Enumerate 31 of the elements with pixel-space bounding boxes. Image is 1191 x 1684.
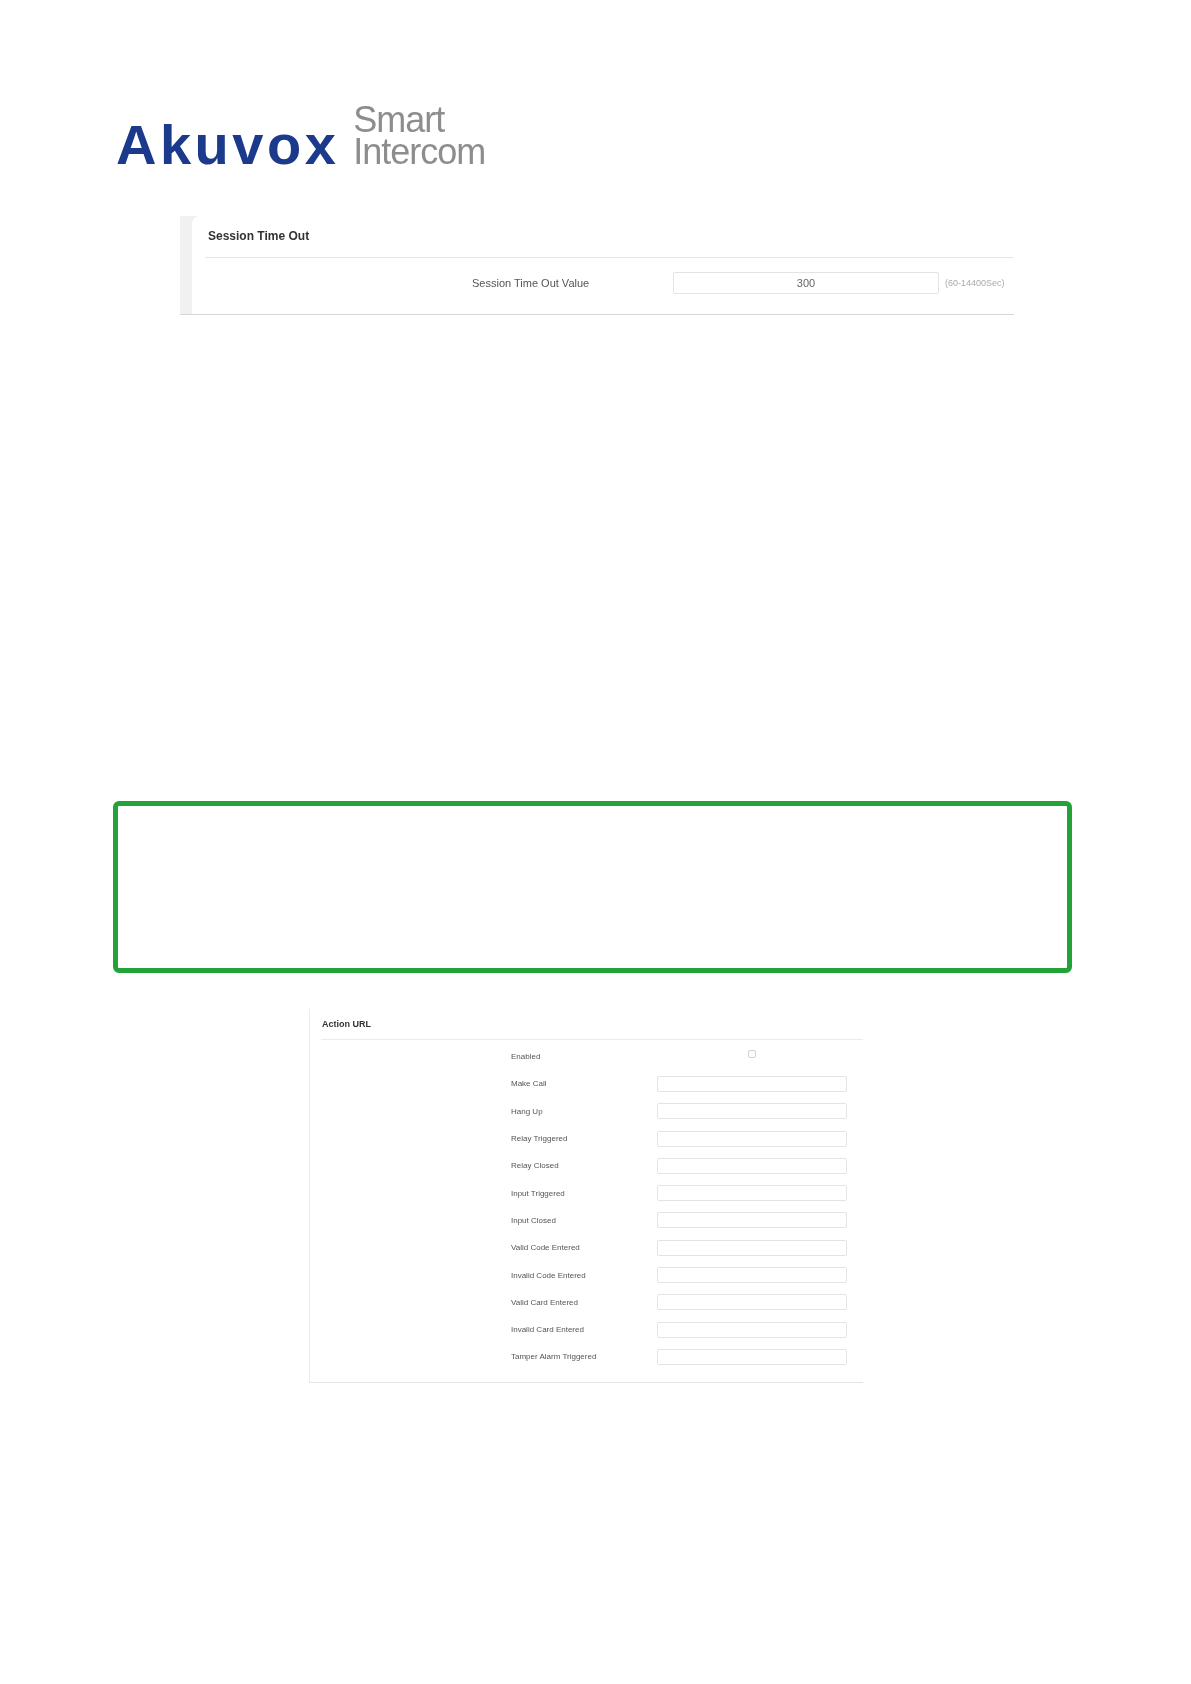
field-label: Make Call — [511, 1079, 548, 1089]
input-field[interactable] — [657, 1321, 847, 1338]
field-label: Valid Card Entered — [511, 1297, 579, 1307]
field-hint: (60-14400Sec) — [945, 278, 1005, 288]
field-label: Enabled — [511, 1052, 542, 1062]
input-field[interactable] — [657, 1212, 847, 1229]
input-field[interactable] — [657, 1348, 847, 1365]
input-field[interactable]: 300 — [673, 272, 939, 294]
input-field[interactable] — [657, 1267, 847, 1283]
section-title: Action URL — [321, 1018, 372, 1031]
section-title: Session Time Out — [207, 228, 311, 244]
field-label: Invalid Card Entered — [511, 1325, 585, 1335]
field-label: Invalid Code Entered — [511, 1270, 587, 1280]
input-field[interactable] — [657, 1185, 847, 1202]
input-field[interactable] — [657, 1075, 847, 1092]
field-label: Hang Up — [511, 1106, 544, 1116]
checkbox[interactable] — [748, 1050, 756, 1059]
field-label: Valid Code Entered — [511, 1243, 581, 1253]
field-label: Tamper Alarm Triggered — [511, 1352, 598, 1362]
field-label: Relay Triggered — [511, 1134, 569, 1144]
field-label: Session Time Out Value — [472, 277, 591, 289]
input-field[interactable] — [657, 1157, 847, 1174]
field-label: Input Triggered — [511, 1188, 566, 1198]
field-label: Relay Closed — [511, 1161, 560, 1171]
input-field[interactable] — [657, 1239, 847, 1256]
field-label: Input Closed — [511, 1215, 557, 1225]
input-field[interactable] — [657, 1294, 847, 1311]
logo-wordmark: Akuvox — [116, 117, 340, 173]
logo-tagline: Smart Intercom — [353, 104, 486, 168]
input-field[interactable] — [657, 1130, 847, 1147]
input-field[interactable] — [657, 1103, 847, 1120]
